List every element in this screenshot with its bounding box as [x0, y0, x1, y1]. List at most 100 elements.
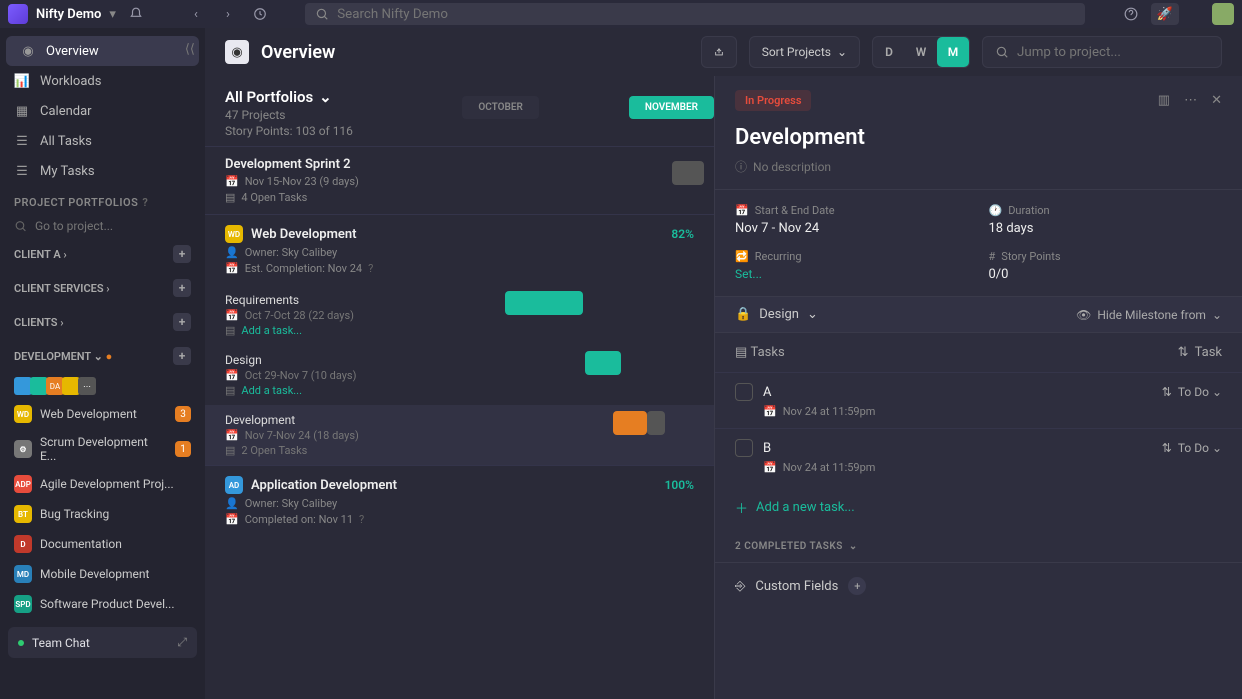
expand-icon[interactable]: ⤢	[177, 635, 187, 650]
project-search-input[interactable]	[35, 219, 191, 233]
completed-tasks-toggle[interactable]: 2 COMPLETED TASKS ⌄	[715, 531, 1242, 562]
jump-input[interactable]	[1017, 45, 1209, 60]
nav-my-tasks[interactable]: ☰My Tasks	[0, 156, 205, 186]
month-october[interactable]: OCTOBER	[462, 96, 539, 119]
more-icon[interactable]: ⋯	[1184, 93, 1197, 108]
project-row[interactable]: WD Web Development 82% 👤Owner: Sky Calib…	[205, 214, 714, 285]
project-title: Web Development	[251, 227, 357, 242]
field-duration[interactable]: 🕐Duration 18 days	[989, 204, 1223, 236]
page-title: Overview	[261, 42, 335, 63]
portfolio-clients[interactable]: CLIENTS ›+	[0, 305, 205, 339]
portfolio-client-services[interactable]: CLIENT SERVICES ›+	[0, 271, 205, 305]
team-chat[interactable]: Team Chat ⤢	[8, 627, 197, 658]
project-icon: WD	[14, 405, 32, 423]
add-icon[interactable]: +	[173, 245, 191, 263]
view-month[interactable]: M	[937, 37, 969, 67]
milestone-description[interactable]: ⓘNo description	[715, 158, 1242, 189]
nav-workloads[interactable]: 📊Workloads	[0, 66, 205, 96]
collapse-sidebar-icon[interactable]: ⟨⟨	[185, 42, 195, 57]
field-story-points[interactable]: #Story Points 0/0	[989, 250, 1223, 282]
global-search-input[interactable]	[337, 7, 1075, 22]
view-day[interactable]: D	[873, 37, 905, 67]
nav-back-icon[interactable]: ‹	[184, 2, 208, 26]
milestone-row[interactable]: Development 📅Nov 7-Nov 24 (18 days) ▤2 O…	[205, 405, 714, 465]
sort-projects-button[interactable]: Sort Projects ⌄	[749, 36, 860, 68]
task-sort[interactable]: ⇅Task	[1178, 345, 1222, 360]
nav-all-tasks[interactable]: ☰All Tasks	[0, 126, 205, 156]
project-row[interactable]: AD Application Development 100% 👤Owner: …	[205, 465, 714, 536]
info-icon[interactable]: ?	[368, 262, 373, 275]
project-label: Software Product Devel...	[40, 597, 175, 611]
task-item[interactable]: B⇅To Do ⌄📅Nov 24 at 11:59pm	[715, 428, 1242, 484]
custom-fields[interactable]: ⎆ Custom Fields +	[715, 562, 1242, 609]
gantt-bar[interactable]	[672, 161, 704, 185]
add-task-link[interactable]: Add a task...	[241, 384, 302, 397]
milestone-row[interactable]: Design 📅Oct 29-Nov 7 (10 days) ▤Add a ta…	[205, 345, 714, 405]
info-icon[interactable]: ?	[359, 513, 364, 526]
gantt-bar[interactable]	[585, 351, 621, 375]
milestone-title[interactable]: Development	[715, 125, 1242, 158]
project-icon: SPD	[14, 595, 32, 613]
gantt-bar[interactable]	[613, 411, 647, 435]
user-avatar[interactable]	[1212, 3, 1234, 25]
add-icon[interactable]: +	[173, 347, 191, 365]
task-status[interactable]: ⇅To Do ⌄	[1162, 441, 1222, 455]
nav-overview[interactable]: ◉Overview	[6, 36, 199, 66]
project-percent: 100%	[665, 478, 694, 492]
portfolio-development[interactable]: DEVELOPMENT ⌄ ●+	[0, 339, 205, 373]
month-november[interactable]: NOVEMBER	[629, 96, 714, 119]
task-status[interactable]: ⇅To Do ⌄	[1162, 385, 1222, 399]
jump-to-project[interactable]	[982, 36, 1222, 68]
view-toggle: D W M	[872, 36, 970, 68]
field-start-end[interactable]: 📅Start & End Date Nov 7 - Nov 24	[735, 204, 969, 236]
project-icon: AD	[225, 476, 243, 494]
add-new-task[interactable]: ＋Add a new task...	[715, 484, 1242, 531]
project-icon: WD	[225, 225, 243, 243]
portfolio-members[interactable]: DA⋯	[0, 373, 205, 399]
project-label: Scrum Development E...	[40, 435, 167, 463]
milestone-row[interactable]: Requirements 📅Oct 7-Oct 28 (22 days) ▤Ad…	[205, 285, 714, 345]
calendar-icon: 📅	[735, 204, 749, 217]
gantt-bar-remaining[interactable]	[647, 411, 665, 435]
task-checkbox[interactable]	[735, 439, 753, 457]
workspace-name[interactable]: Nifty Demo	[36, 7, 101, 22]
info-icon[interactable]: ?	[142, 196, 148, 209]
share-button[interactable]	[701, 36, 737, 68]
dependency-selector[interactable]: 🔒Design ⌄	[735, 307, 818, 322]
task-item[interactable]: A⇅To Do ⌄📅Nov 24 at 11:59pm	[715, 372, 1242, 428]
sidebar-project[interactable]: SPD Software Product Devel...	[0, 589, 205, 619]
archive-icon[interactable]: ▥	[1158, 93, 1170, 108]
project-search[interactable]	[0, 215, 205, 237]
add-icon[interactable]: +	[173, 279, 191, 297]
gantt-bar[interactable]	[505, 291, 583, 315]
global-search[interactable]	[305, 3, 1085, 25]
sidebar-project[interactable]: MDMobile Development	[0, 559, 205, 589]
sidebar-project[interactable]: WDWeb Development3	[0, 399, 205, 429]
status-badge[interactable]: In Progress	[735, 90, 811, 111]
sidebar-project[interactable]: ⚙Scrum Development E...1	[0, 429, 205, 469]
sidebar-project[interactable]: BTBug Tracking	[0, 499, 205, 529]
hide-milestone-toggle[interactable]: 👁Hide Milestone from ⌄	[1076, 308, 1222, 322]
add-field-button[interactable]: +	[848, 577, 866, 595]
sidebar-project[interactable]: ADPAgile Development Proj...	[0, 469, 205, 499]
portfolio-client-a[interactable]: CLIENT A ›+	[0, 237, 205, 271]
field-recurring[interactable]: 🔁Recurring Set...	[735, 250, 969, 282]
project-label: Documentation	[40, 537, 122, 551]
view-week[interactable]: W	[905, 37, 937, 67]
nav-calendar[interactable]: ▦Calendar	[0, 96, 205, 126]
close-icon[interactable]: ✕	[1211, 93, 1222, 108]
upgrade-button[interactable]: 🚀	[1151, 3, 1179, 25]
history-icon[interactable]	[248, 2, 272, 26]
help-icon[interactable]	[1119, 2, 1143, 26]
project-percent: 82%	[671, 227, 694, 241]
nav-forward-icon[interactable]: ›	[216, 2, 240, 26]
add-task-link[interactable]: Add a task...	[241, 324, 302, 337]
list-icon: ☰	[14, 163, 30, 179]
calendar-icon: ▦	[14, 103, 30, 119]
task-checkbox[interactable]	[735, 383, 753, 401]
project-row[interactable]: Development Sprint 2 📅Nov 15-Nov 23 (9 d…	[205, 146, 714, 214]
notifications-icon[interactable]	[124, 2, 148, 26]
chevron-down-icon[interactable]: ▾	[109, 7, 116, 22]
sidebar-project[interactable]: DDocumentation	[0, 529, 205, 559]
add-icon[interactable]: +	[173, 313, 191, 331]
